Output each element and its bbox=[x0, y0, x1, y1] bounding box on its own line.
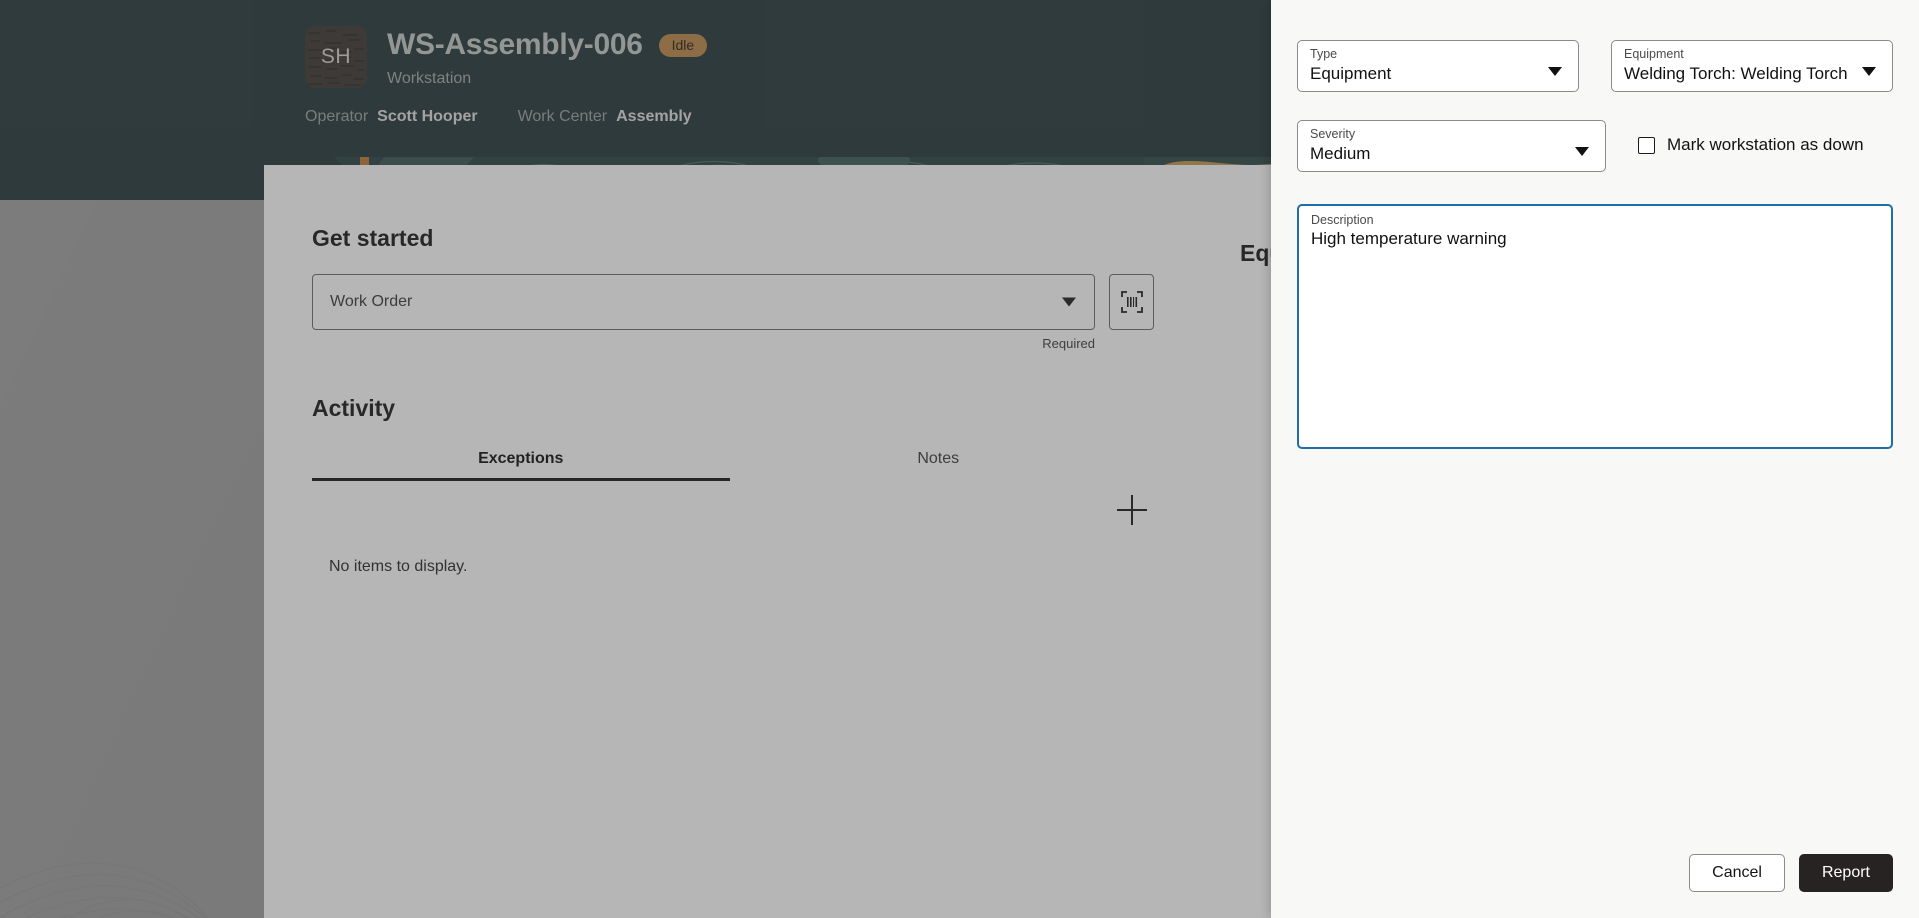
empty-state: No items to display. bbox=[312, 539, 1147, 595]
header-meta-row: Operator Scott Hooper Work Center Assemb… bbox=[305, 108, 692, 126]
report-button[interactable]: Report bbox=[1798, 854, 1893, 892]
chevron-down-icon bbox=[1548, 67, 1562, 76]
chevron-down-icon bbox=[1862, 67, 1876, 76]
meta-work-center: Work Center Assembly bbox=[518, 108, 692, 126]
equipment-value: Welding Torch: Welding Torch C bbox=[1624, 64, 1852, 83]
description-textarea[interactable]: Description High temperature warning bbox=[1297, 204, 1893, 449]
meta-work-center-value: Assembly bbox=[616, 108, 692, 125]
drawer-form: Type Equipment Equipment Welding Torch: … bbox=[1297, 40, 1893, 449]
chevron-down-icon bbox=[1062, 297, 1076, 307]
chevron-down-icon bbox=[1575, 147, 1589, 156]
status-badge: Idle bbox=[658, 33, 708, 57]
equipment-select[interactable]: Equipment Welding Torch: Welding Torch C bbox=[1611, 40, 1893, 92]
meta-work-center-label: Work Center bbox=[517, 108, 608, 125]
severity-value: Medium bbox=[1310, 144, 1371, 163]
type-value: Equipment bbox=[1310, 64, 1392, 83]
severity-select[interactable]: Severity Medium bbox=[1297, 120, 1606, 172]
main-content: Get started Work Order Required Activity… bbox=[312, 225, 1212, 595]
activity-section: Activity Exceptions Notes No items to di… bbox=[312, 395, 1212, 595]
app-root: SH WS-Assembly-006 Idle Workstation Oper… bbox=[0, 0, 1919, 918]
work-order-placeholder: Work Order bbox=[330, 293, 413, 310]
severity-label: Severity bbox=[1310, 127, 1356, 141]
avatar: SH bbox=[305, 26, 367, 88]
barcode-scan-icon bbox=[1120, 291, 1143, 313]
description-label: Description bbox=[1311, 213, 1374, 227]
work-order-required-note: Required bbox=[1042, 336, 1095, 351]
get-started-title: Get started bbox=[312, 225, 434, 251]
mark-down-label: Mark workstation as down bbox=[1667, 135, 1864, 154]
meta-operator-label: Operator bbox=[305, 108, 369, 125]
description-value: High temperature warning bbox=[1311, 229, 1507, 248]
report-exception-drawer: Type Equipment Equipment Welding Torch: … bbox=[1271, 0, 1919, 918]
type-select[interactable]: Type Equipment bbox=[1297, 40, 1579, 92]
activity-toolbar bbox=[312, 495, 1147, 525]
drawer-row-1: Type Equipment Equipment Welding Torch: … bbox=[1297, 40, 1893, 92]
cancel-button[interactable]: Cancel bbox=[1689, 854, 1785, 892]
meta-operator: Operator Scott Hooper bbox=[305, 108, 478, 126]
equipment-label: Equipment bbox=[1624, 47, 1684, 61]
avatar-initials: SH bbox=[320, 45, 352, 68]
mark-down-checkbox[interactable] bbox=[1638, 136, 1655, 154]
activity-title: Activity bbox=[312, 395, 396, 421]
meta-operator-value: Scott Hooper bbox=[377, 108, 478, 125]
barcode-scan-button[interactable] bbox=[1109, 274, 1154, 330]
work-order-row: Work Order bbox=[312, 274, 1212, 330]
drawer-footer: Cancel Report bbox=[1689, 854, 1893, 892]
page-title: WS-Assembly-006 bbox=[387, 28, 643, 61]
drawer-row-2: Severity Medium Mark workstation as down bbox=[1297, 120, 1893, 172]
plus-icon[interactable] bbox=[1117, 495, 1147, 525]
type-label: Type bbox=[1310, 47, 1338, 61]
work-order-select[interactable]: Work Order bbox=[312, 274, 1095, 330]
tab-notes[interactable]: Notes bbox=[730, 450, 1148, 481]
tab-exceptions[interactable]: Exceptions bbox=[312, 450, 730, 481]
header-identity: SH WS-Assembly-006 Idle Workstation bbox=[305, 26, 708, 88]
mark-down-checkbox-row[interactable]: Mark workstation as down bbox=[1638, 120, 1893, 155]
entity-type-label: Workstation bbox=[387, 70, 472, 87]
activity-tabs: Exceptions Notes bbox=[312, 450, 1147, 481]
